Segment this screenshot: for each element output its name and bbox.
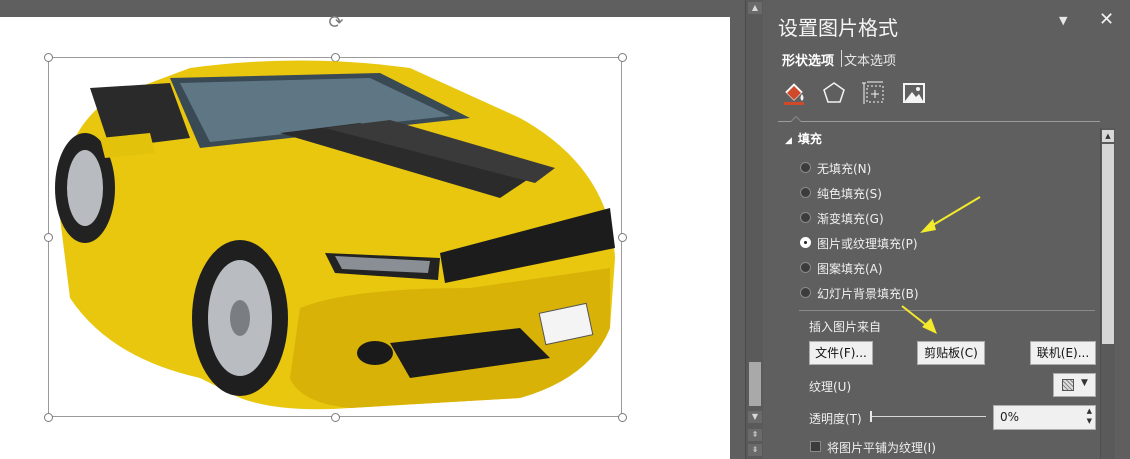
size-properties-icon[interactable] bbox=[861, 80, 887, 106]
scroll-up-button[interactable]: ▲ bbox=[748, 2, 762, 14]
radio-button[interactable] bbox=[800, 162, 811, 173]
pane-scroll-thumb[interactable] bbox=[1102, 144, 1114, 344]
texture-label: 纹理(U) bbox=[809, 380, 852, 394]
pane-title: 设置图片格式 bbox=[778, 16, 898, 40]
next-slide-button[interactable]: ⇟ bbox=[748, 444, 762, 456]
transparency-value[interactable]: 0% bbox=[1000, 410, 1019, 424]
previous-slide-button[interactable]: ⇞ bbox=[748, 429, 762, 441]
tab-text-options[interactable]: 文本选项 bbox=[844, 50, 896, 69]
car-image[interactable] bbox=[50, 58, 620, 416]
transparency-slider-thumb[interactable] bbox=[870, 411, 872, 422]
collapse-icon: ◢ bbox=[785, 136, 792, 146]
category-divider bbox=[778, 121, 1100, 122]
fill-line-icon[interactable] bbox=[781, 80, 807, 106]
insert-picture-from-label: 插入图片来自 bbox=[809, 320, 882, 334]
format-picture-pane: 设置图片格式 ▼ ✕ 形状选项 文本选项 ◢ 填充 无填充(N) 纯色填充(S)… bbox=[763, 0, 1130, 459]
slide-canvas-area: ⟳ bbox=[0, 0, 745, 459]
fill-section-header[interactable]: ◢ 填充 bbox=[785, 130, 822, 147]
radio-button[interactable] bbox=[800, 287, 811, 298]
tile-checkbox[interactable] bbox=[810, 441, 821, 452]
transparency-spinner[interactable]: 0% ▲ ▼ bbox=[993, 405, 1096, 430]
pane-options-dropdown-icon[interactable]: ▼ bbox=[1059, 14, 1067, 27]
radio-button-selected[interactable] bbox=[800, 237, 811, 248]
radio-button[interactable] bbox=[800, 212, 811, 223]
rotate-handle-icon[interactable]: ⟳ bbox=[326, 13, 346, 33]
tab-separator bbox=[841, 50, 842, 67]
texture-picker-button[interactable]: ▼ bbox=[1053, 373, 1096, 397]
scroll-thumb[interactable] bbox=[749, 362, 761, 406]
transparency-label: 透明度(T) bbox=[809, 412, 862, 426]
scroll-down-button[interactable]: ▼ bbox=[748, 411, 762, 423]
radio-button[interactable] bbox=[800, 262, 811, 273]
pane-scroll-up-button[interactable]: ▲ bbox=[1102, 130, 1114, 142]
online-button[interactable]: 联机(E)... bbox=[1030, 341, 1096, 365]
clipboard-button[interactable]: 剪贴板(C) bbox=[917, 341, 985, 365]
fill-section-title: 填充 bbox=[797, 132, 822, 146]
texture-icon bbox=[1062, 379, 1074, 391]
picture-icon[interactable] bbox=[901, 80, 927, 106]
pane-close-icon[interactable]: ✕ bbox=[1099, 9, 1114, 30]
tile-as-texture-label[interactable]: 将图片平铺为纹理(I) bbox=[827, 439, 936, 456]
spin-up-icon[interactable]: ▲ bbox=[1087, 407, 1092, 415]
spin-down-icon[interactable]: ▼ bbox=[1087, 417, 1092, 425]
radio-button[interactable] bbox=[800, 187, 811, 198]
transparency-slider[interactable] bbox=[872, 416, 986, 417]
pane-scrollbar[interactable]: ▲ bbox=[1100, 128, 1115, 459]
canvas-scrollbar[interactable]: ▲ ▼ ⇞ ⇟ bbox=[745, 0, 764, 459]
tab-shape-options[interactable]: 形状选项 bbox=[782, 50, 834, 69]
effects-pentagon-icon[interactable] bbox=[821, 80, 847, 106]
chevron-down-icon: ▼ bbox=[1081, 378, 1088, 388]
section-divider bbox=[799, 310, 1095, 311]
file-button[interactable]: 文件(F)... bbox=[809, 341, 873, 365]
